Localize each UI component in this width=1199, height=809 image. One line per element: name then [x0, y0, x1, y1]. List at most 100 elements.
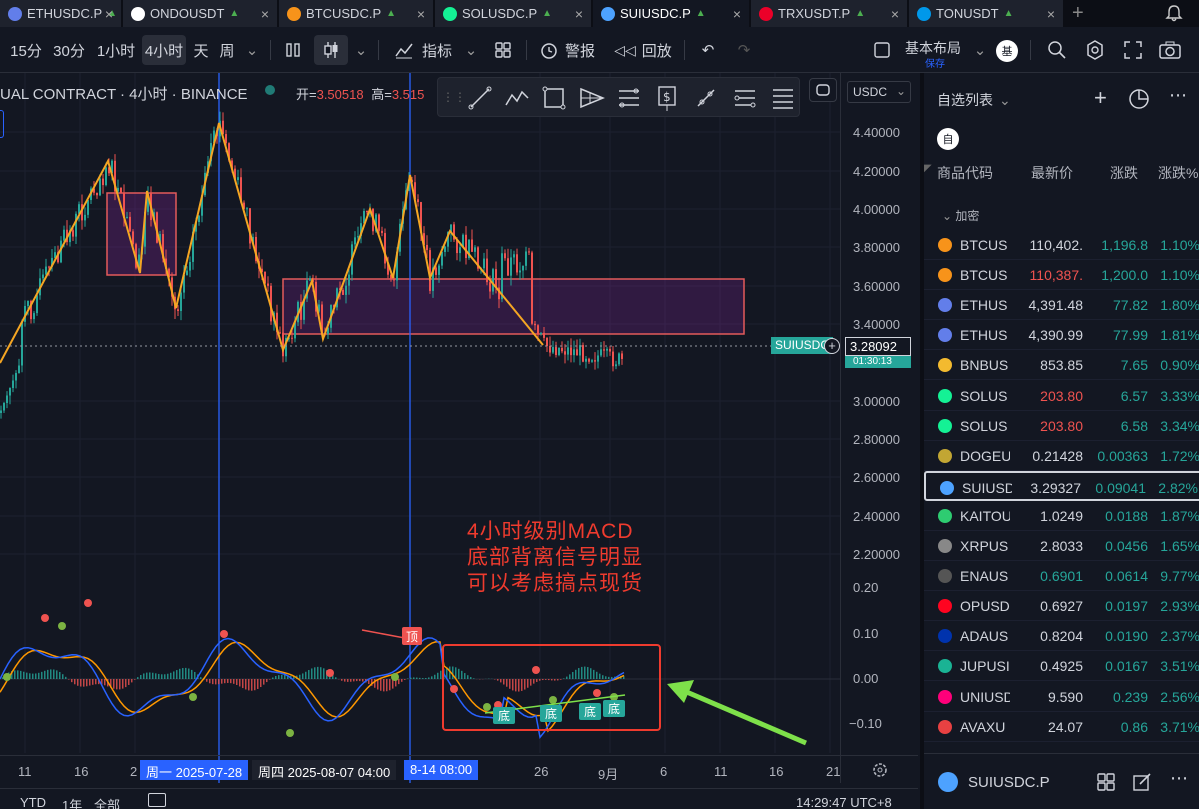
tab-solusdc[interactable]: SOLUSDC.P ▲ × [435, 0, 592, 27]
column-change-pct[interactable]: 涨跌% [1158, 163, 1198, 183]
watchlist-row[interactable]: ENAUS 0.6901 0.0614 9.77% [924, 561, 1199, 592]
bar-chart-type-icon[interactable] [278, 35, 308, 65]
close-icon[interactable]: × [1047, 6, 1055, 22]
close-icon[interactable]: × [261, 6, 269, 22]
tab-tonusdt[interactable]: TONUSDT ▲ × [909, 0, 1064, 27]
layout-square-icon[interactable] [870, 35, 894, 65]
tab-trxusdt[interactable]: TRXUSDT.P ▲ × [751, 0, 908, 27]
legend-toggle[interactable] [0, 110, 4, 138]
range-ytd[interactable]: YTD [20, 795, 46, 809]
watchlist-row[interactable]: BTCUS 110,402. 1,196.8 1.10% [924, 230, 1199, 260]
undo-icon[interactable]: ↶ [694, 35, 722, 65]
add-plus-icon[interactable]: + [824, 338, 840, 354]
candle-body [198, 215, 200, 223]
watchlist-row[interactable]: BNBUS 853.85 7.65 0.90% [924, 350, 1199, 381]
layout-save-label[interactable]: 保存 [925, 55, 945, 70]
watchlist-row[interactable]: SOLUS 203.80 6.58 3.34% [924, 411, 1199, 441]
watchlist-row[interactable]: KAITOU 1.0249 0.0188 1.87% [924, 501, 1199, 531]
close-icon[interactable]: × [575, 6, 583, 22]
chevron-down-icon[interactable]: ⌄ [240, 35, 264, 65]
chevron-down-icon[interactable]: ⌄ [350, 35, 372, 65]
column-symbol[interactable]: 商品代码 [937, 163, 993, 183]
settings-gear-icon[interactable] [1082, 35, 1108, 65]
user-avatar[interactable]: 基 [996, 40, 1018, 62]
price-range-tool-icon[interactable]: $ [656, 84, 678, 112]
close-icon[interactable]: × [105, 6, 113, 22]
clock-time[interactable]: 14:29:47 UTC+8 [796, 795, 892, 809]
layouts-grid-icon[interactable] [488, 35, 518, 65]
tab-ondousdt[interactable]: ONDOUSDT ▲ × [123, 0, 278, 27]
chevron-down-icon[interactable]: ⌄ [970, 35, 990, 65]
range-all[interactable]: 全部 [94, 795, 120, 809]
watchlist-row[interactable]: BTCUS 110,387. 1,200.0 1.10% [924, 260, 1199, 291]
watchlist-row[interactable]: ETHUS 4,391.48 77.82 1.80% [924, 290, 1199, 321]
more-lines-icon[interactable] [770, 86, 796, 110]
watchlist-title[interactable]: 自选列表 ⌄ [937, 90, 1011, 110]
quick-search-icon[interactable] [1044, 35, 1070, 65]
tab-suiusdc[interactable]: SUIUSDC.P ▲ × [593, 0, 750, 27]
watchlist-row[interactable]: JUPUSI 0.4925 0.0167 3.51% [924, 651, 1199, 682]
channel-tool-icon[interactable] [732, 86, 758, 110]
currency-select[interactable]: USDC ⌄ [847, 81, 911, 103]
watchlist-row[interactable]: OPUSD 0.6927 0.0197 2.93% [924, 591, 1199, 622]
chevron-down-icon[interactable]: ⌄ [460, 35, 482, 65]
link-icon[interactable] [809, 78, 837, 102]
row-change-pct: 1.87% [1160, 507, 1199, 524]
watchlist-row[interactable]: XRPUS 2.8033 0.0456 1.65% [924, 531, 1199, 561]
price-axis[interactable]: USDC ⌄ 4.40000 4.20000 4.00000 3.80000 3.… [840, 73, 918, 783]
trend-line-icon[interactable] [468, 86, 492, 110]
add-symbol-plus-icon[interactable]: + [1094, 85, 1107, 111]
watchlist-row[interactable]: SUIUSD 3.29327 0.09041 2.82% [924, 470, 1199, 501]
watchlist-row[interactable]: ETHUS 4,390.99 77.99 1.81% [924, 320, 1199, 351]
pie-chart-icon[interactable] [1128, 88, 1150, 110]
interval-1h[interactable]: 1小时 [92, 35, 140, 65]
brush-tool-icon[interactable] [694, 86, 718, 110]
layouts-grid-icon[interactable] [1096, 772, 1116, 792]
fib-tool-icon[interactable] [616, 86, 642, 110]
alert-button[interactable]: 警报 [536, 35, 598, 65]
fullscreen-icon[interactable] [1120, 35, 1146, 65]
footer-symbol[interactable]: SUIUSDC.P [968, 774, 1050, 791]
column-last[interactable]: 最新价 [1031, 163, 1073, 183]
more-options-icon[interactable]: ⋯ [1170, 768, 1188, 789]
interval-4h[interactable]: 4小时 [142, 35, 186, 65]
more-options-icon[interactable]: ⋯ [1169, 85, 1187, 106]
axis-settings-gear-icon[interactable] [872, 762, 890, 780]
tab-btcusdc[interactable]: BTCUSDC.P ▲ × [279, 0, 434, 27]
camera-icon[interactable] [1156, 35, 1184, 65]
pattern-tool-icon[interactable] [578, 86, 606, 110]
watchlist-avatar[interactable]: 自 [937, 128, 959, 150]
tab-ethusdc[interactable]: ETHUSDC.P ▲ × [0, 0, 122, 27]
candle-body [45, 266, 47, 275]
watchlist-row[interactable]: AVAXU 24.07 0.86 3.71% [924, 712, 1199, 742]
path-tool-icon[interactable] [504, 86, 530, 110]
watchlist-row[interactable]: UNIUSD 9.590 0.239 2.56% [924, 682, 1199, 712]
edit-pencil-icon[interactable] [1132, 772, 1152, 792]
candle-chart-type-icon[interactable] [314, 35, 348, 65]
close-icon[interactable]: × [891, 6, 899, 22]
rectangle-tool-icon[interactable] [542, 86, 566, 110]
chart-pane[interactable]: UAL CONTRACT · 4小时 · BINANCE 开=3.50518 高… [0, 73, 840, 783]
time-axis[interactable]: 11 16 2 周一 2025-07-28 周四 2025-08-07 04:0… [0, 755, 918, 783]
price-chart-canvas[interactable] [0, 73, 840, 783]
column-change[interactable]: 涨跌 [1110, 163, 1138, 183]
watchlist-row[interactable]: DOGEU 0.21428 0.00363 1.72% [924, 441, 1199, 471]
close-icon[interactable]: × [733, 6, 741, 22]
interval-1d[interactable]: 天 [188, 35, 214, 65]
watchlist-row[interactable]: ADAUS 0.8204 0.0190 2.37% [924, 621, 1199, 652]
interval-30m[interactable]: 30分 [48, 35, 90, 65]
watchlist-row[interactable]: SOLUS 203.80 6.57 3.33% [924, 381, 1199, 411]
bell-icon[interactable] [1165, 4, 1183, 22]
interval-15m[interactable]: 15分 [4, 35, 48, 65]
row-change: 7.65 [1120, 357, 1148, 374]
section-crypto[interactable]: ⌄ 加密 [942, 207, 979, 224]
indicators-button[interactable]: 指标 [388, 35, 458, 65]
range-1y[interactable]: 1年 [62, 795, 82, 809]
replay-button[interactable]: ◁◁ 回放 [612, 35, 674, 65]
interval-1w[interactable]: 周 [214, 35, 240, 65]
drag-handle-icon[interactable]: ⋮⋮ [442, 90, 466, 104]
redo-icon[interactable]: ↷ [730, 35, 758, 65]
new-tab-plus-icon[interactable]: + [1072, 2, 1084, 25]
calendar-icon[interactable] [148, 793, 166, 807]
close-icon[interactable]: × [417, 6, 425, 22]
